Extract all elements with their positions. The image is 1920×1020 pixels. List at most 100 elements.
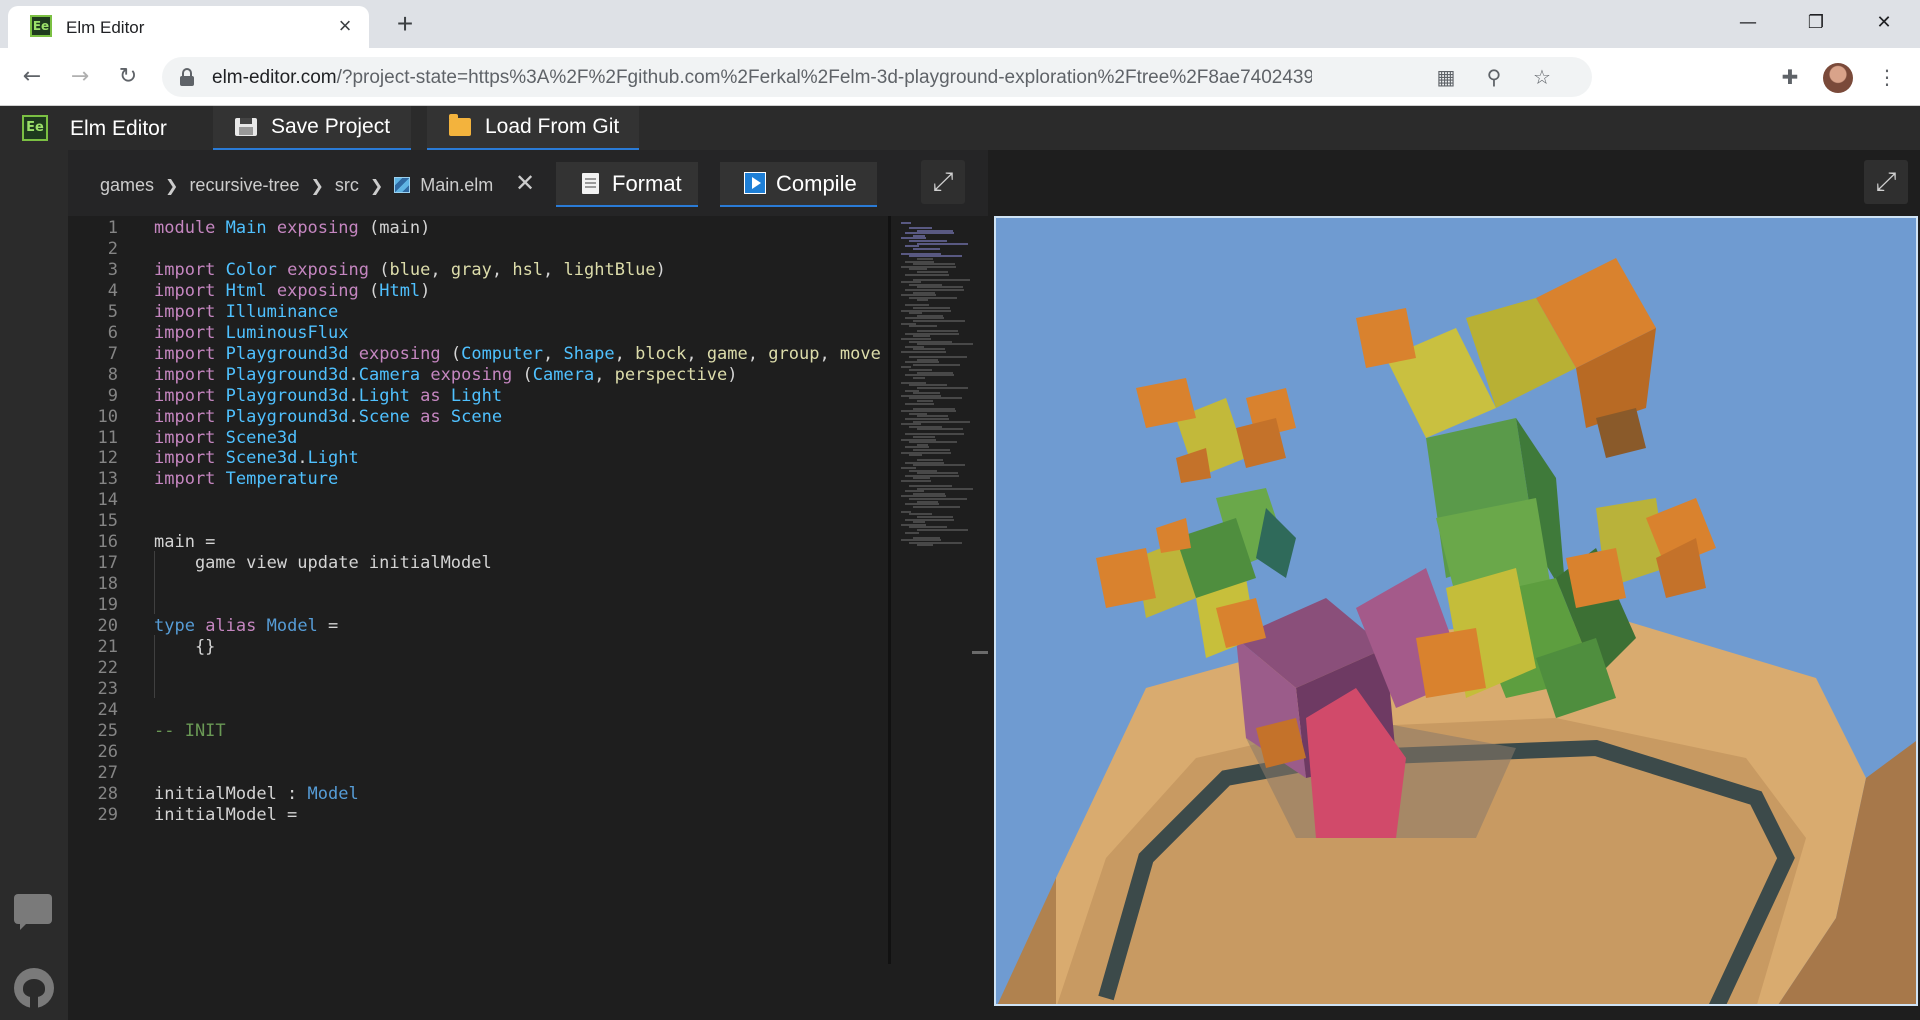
code-token: . <box>348 364 359 385</box>
code-token: exposing <box>358 343 451 364</box>
minimap-line <box>917 299 928 302</box>
breadcrumb-item[interactable]: src <box>335 175 359 196</box>
code-token: ( <box>379 259 390 280</box>
code-token: import <box>154 364 226 385</box>
code-token: import <box>154 343 226 364</box>
code-token: move <box>839 343 881 364</box>
code-token: block <box>635 343 687 364</box>
menu-icon[interactable]: ⋮ <box>1872 62 1902 92</box>
breadcrumb-file[interactable]: Main.elm <box>420 175 493 196</box>
save-project-button[interactable]: Save Project <box>213 106 411 150</box>
code-token: ( <box>450 343 462 364</box>
code-token: as <box>420 406 451 427</box>
chevron-right-icon: ❯ <box>310 175 324 195</box>
tab-title: Elm Editor <box>66 18 145 37</box>
code-token: import <box>154 469 226 490</box>
code-token: -- INIT <box>154 720 226 741</box>
indent-guide <box>154 635 155 698</box>
code-token: module <box>154 218 226 238</box>
avatar[interactable] <box>1823 63 1853 93</box>
new-tab-icon[interactable]: + <box>390 10 420 40</box>
code-token: Html <box>379 280 421 301</box>
minimap-line <box>913 464 965 467</box>
grid-icon[interactable]: ▦ <box>1432 63 1460 91</box>
compile-label: Compile <box>776 171 857 196</box>
play-icon <box>744 172 766 194</box>
code-token: ) <box>727 364 738 385</box>
close-file-icon[interactable]: ✕ <box>512 170 538 196</box>
3d-scene-render <box>997 258 1916 1004</box>
chevron-right-icon: ❯ <box>165 175 179 195</box>
load-from-git-label: Load From Git <box>485 115 620 138</box>
code-token: import <box>154 280 226 301</box>
cube <box>1096 548 1156 608</box>
cube <box>1566 548 1626 608</box>
minimap[interactable] <box>888 216 988 964</box>
reload-icon[interactable]: ↻ <box>112 62 144 92</box>
back-icon[interactable]: ← <box>16 62 48 92</box>
code-token: Playground3d <box>225 406 349 427</box>
minimize-icon[interactable]: — <box>1726 8 1770 38</box>
code-token: Camera <box>532 364 595 385</box>
chat-bubble-icon[interactable] <box>14 894 52 930</box>
minimap-line <box>917 529 968 531</box>
code-token: hsl <box>512 259 544 280</box>
breadcrumb-item[interactable]: recursive-tree <box>189 175 299 196</box>
minimap-line <box>913 363 960 366</box>
minimap-line <box>917 428 963 431</box>
zoom-icon[interactable]: ⚲ <box>1480 63 1508 91</box>
minimap-line <box>905 273 949 276</box>
minimap-line <box>901 222 911 224</box>
code-token: Light <box>450 385 503 406</box>
minimap-line <box>917 343 973 346</box>
code-token: {} <box>154 637 216 657</box>
forward-icon[interactable]: → <box>64 62 96 92</box>
minimap-line <box>905 402 934 405</box>
extensions-icon[interactable]: ✚ <box>1775 62 1805 92</box>
bookmark-star-icon[interactable]: ☆ <box>1528 63 1556 91</box>
browser-tab-bar: Ee Elm Editor × + — ❐ ✕ <box>0 0 1920 48</box>
code-token: Illuminance <box>225 301 339 322</box>
code-token: type <box>154 616 206 637</box>
code-token: group <box>768 343 820 364</box>
browser-tab[interactable]: Ee Elm Editor × <box>8 6 369 48</box>
code-token: Light <box>307 448 359 469</box>
breadcrumb-item[interactable]: games <box>100 175 154 196</box>
load-from-git-button[interactable]: Load From Git <box>427 106 639 150</box>
code-token: , <box>819 343 840 364</box>
expand-preview-icon[interactable]: ⤢ <box>1864 160 1908 204</box>
editor-pane: games ❯ recursive-tree ❯ src ❯ Main.elm ✕ Form… <box>68 150 988 1020</box>
code-token: import <box>154 427 226 448</box>
code-text: initialModel = <box>154 803 297 829</box>
url-text: elm-editor.com/?project-state=https%3A%2… <box>212 67 1312 88</box>
expand-editor-icon[interactable]: ⤢ <box>921 160 965 204</box>
code-token: (main) <box>368 218 431 238</box>
3d-scene-canvas[interactable] <box>994 216 1918 1006</box>
restore-icon[interactable]: ❐ <box>1794 8 1838 38</box>
format-button[interactable]: Format <box>556 162 698 207</box>
minimap-line <box>917 544 933 547</box>
code-token: game view update initialModel <box>154 553 492 574</box>
compile-button[interactable]: Compile <box>720 162 877 207</box>
tab-close-icon[interactable]: × <box>333 14 357 38</box>
url-input[interactable]: elm-editor.com/?project-state=https%3A%2… <box>162 57 1592 97</box>
editor-toolbar: games ❯ recursive-tree ❯ src ❯ Main.elm ✕ Form… <box>68 150 988 216</box>
code-token: Scene <box>358 406 421 427</box>
code-token: LuminousFlux <box>225 322 349 343</box>
code-token: blue <box>389 259 431 280</box>
minimap-line <box>909 454 922 457</box>
code-editor[interactable]: 1 module Main exposing (main) 2 3 import Col… <box>68 216 888 964</box>
code-token: Computer <box>461 343 543 364</box>
save-project-label: Save Project <box>271 115 391 138</box>
code-token: , <box>614 343 636 364</box>
ground-edge <box>997 878 1056 1004</box>
app-header: Ee Elm Editor Save Project Load From Git <box>0 106 1920 150</box>
code-line[interactable]: 29 initialModel = <box>68 803 888 829</box>
floppy-disk-icon <box>235 118 257 136</box>
minimap-line <box>917 487 973 490</box>
window-close-icon[interactable]: ✕ <box>1862 8 1906 38</box>
github-icon[interactable] <box>14 968 54 1008</box>
code-token: ) <box>655 259 666 280</box>
code-token: = <box>328 616 339 637</box>
code-token: import <box>154 301 226 322</box>
